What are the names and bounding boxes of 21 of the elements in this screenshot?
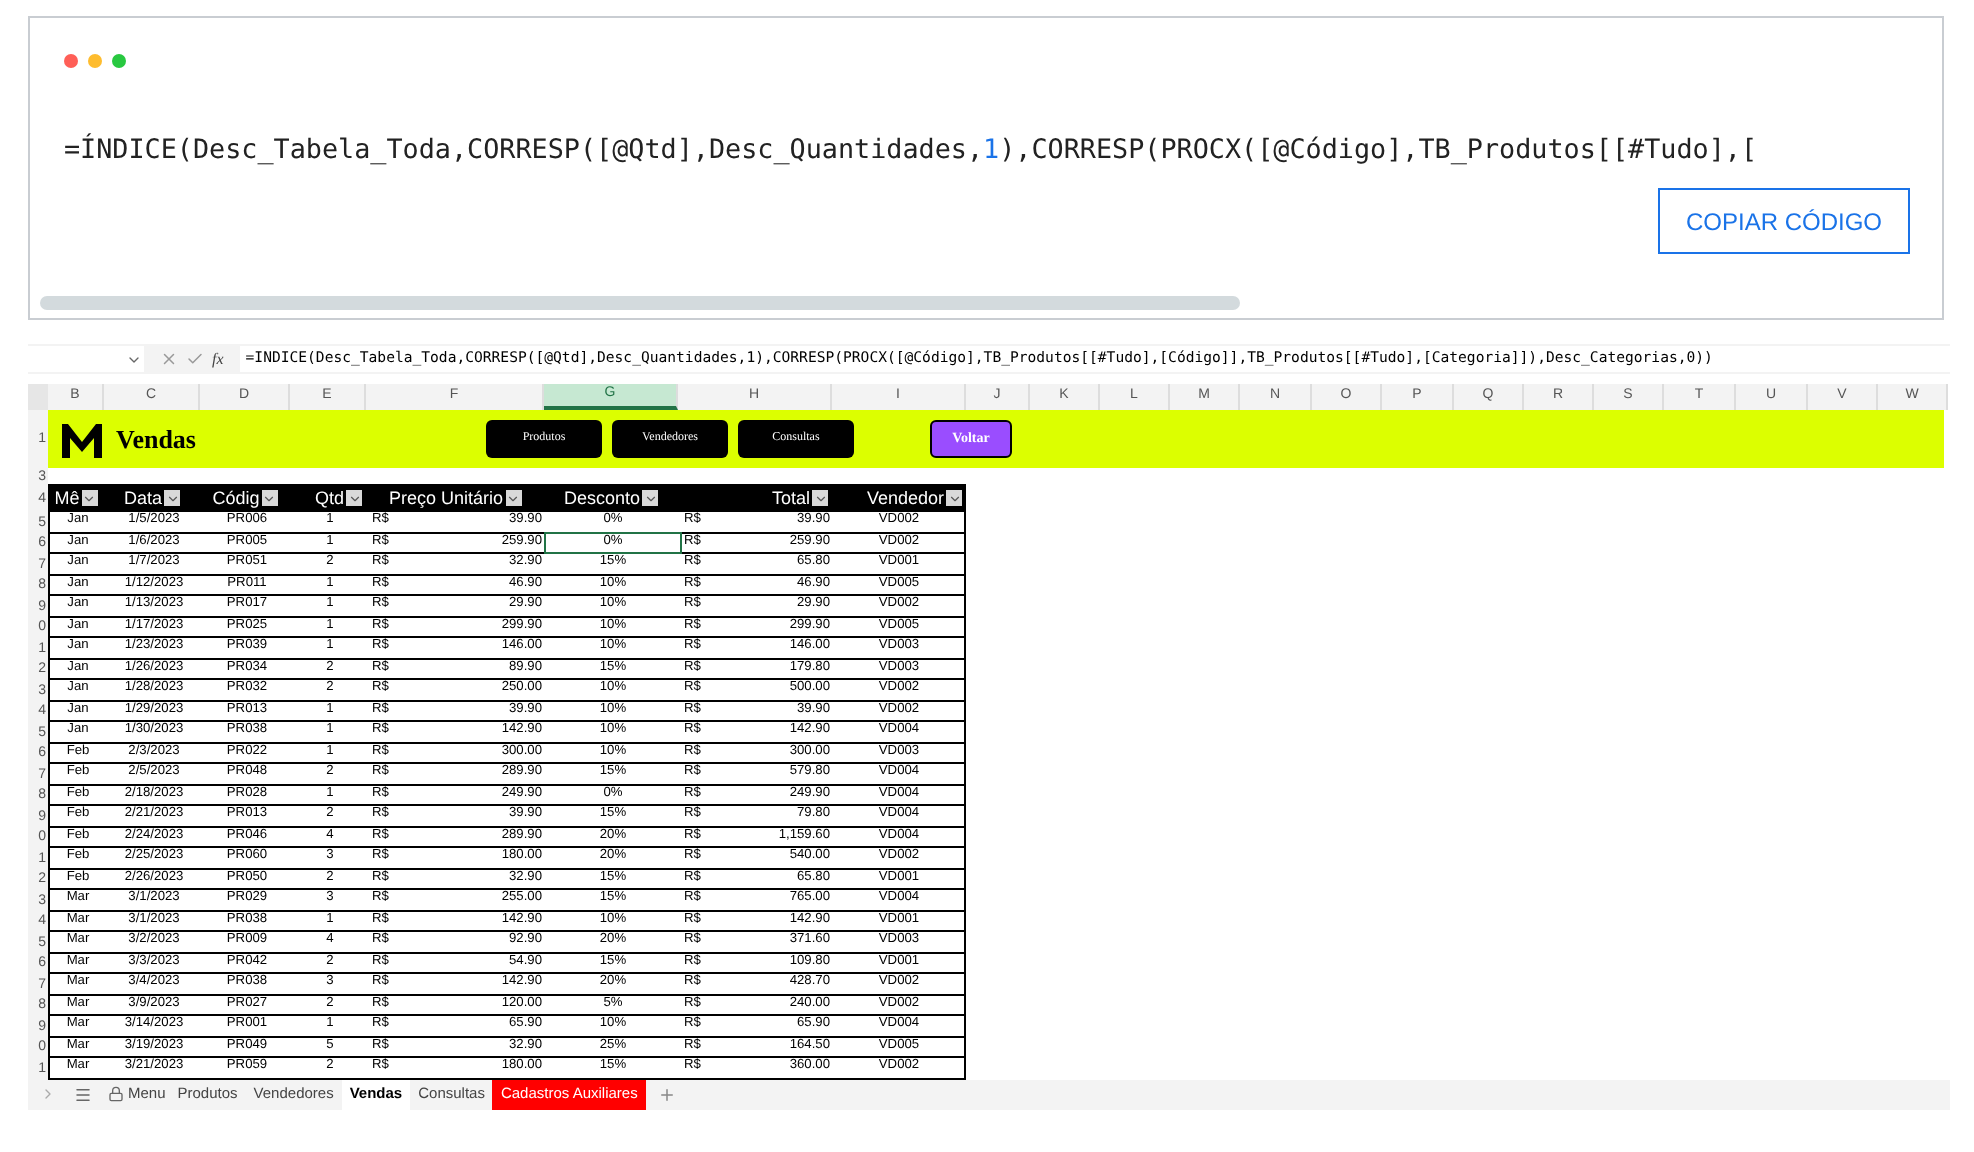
column-title: Data bbox=[123, 489, 162, 507]
column-title: Códig bbox=[212, 489, 260, 507]
column-title: Vendedor bbox=[866, 489, 944, 507]
filter-dropdown-icon[interactable] bbox=[81, 490, 98, 506]
column-title: Total bbox=[771, 489, 810, 507]
page-title: Vendas bbox=[116, 421, 196, 458]
code-text: =ÍNDICE(Desc_Tabela_Toda,CORRESP([@Qtd],Desc_Quantidades,1),CORRESP(PROCX([@Código],TB_Produtos[[#Tudo],[ bbox=[64, 136, 1758, 166]
column-title: Preço Unitário bbox=[388, 489, 504, 507]
cancel-icon[interactable] bbox=[160, 350, 178, 368]
lock-icon bbox=[108, 1086, 124, 1102]
column-title: Mê bbox=[54, 489, 80, 507]
filter-dropdown-icon[interactable] bbox=[505, 490, 522, 506]
m-logo-icon bbox=[60, 419, 104, 459]
filter-dropdown-icon[interactable] bbox=[261, 490, 278, 506]
horizontal-scrollbar[interactable] bbox=[40, 296, 1240, 310]
copy-code-button[interactable]: COPIAR CÓDIGO bbox=[1658, 188, 1910, 254]
function-label[interactable]: fx bbox=[212, 347, 224, 371]
column-title: Qtd bbox=[314, 489, 344, 507]
column-title: Desconto bbox=[563, 489, 641, 507]
filter-dropdown-icon[interactable] bbox=[642, 490, 659, 506]
sheet-list-icon[interactable] bbox=[74, 1085, 92, 1103]
